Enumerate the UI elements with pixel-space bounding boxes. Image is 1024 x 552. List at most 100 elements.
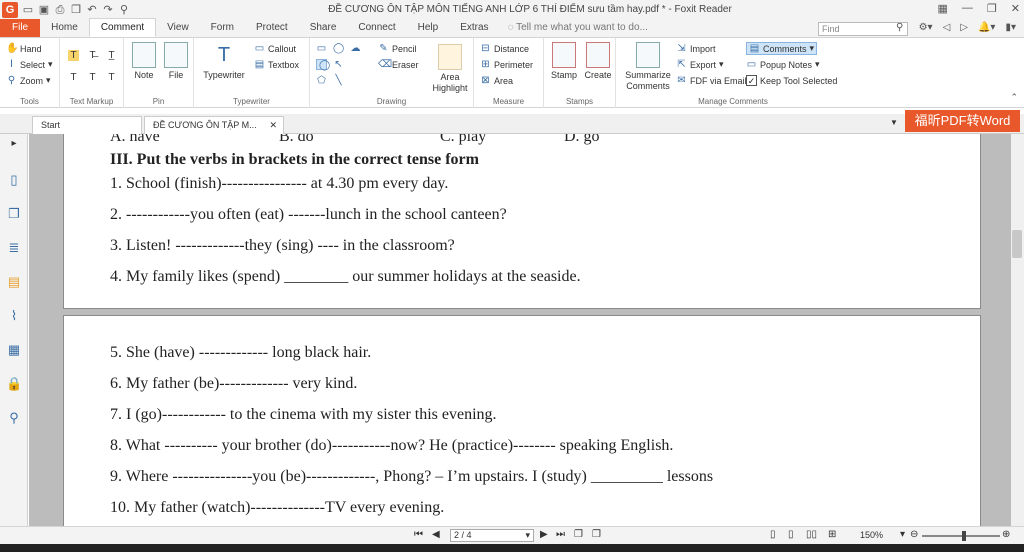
back-icon[interactable]: ◁ [943,22,951,33]
prev-page-icon[interactable]: ◀ [432,529,440,540]
tab-extras[interactable]: Extras [449,19,499,37]
arrow-icon[interactable]: ↖ [333,59,344,70]
strikeout-icon[interactable]: T̶ [87,50,98,61]
export-button[interactable]: ⇱ Export ▾ [676,59,723,70]
open-icon[interactable]: ▭ [22,4,34,16]
copy-icon[interactable]: ❐ [70,4,82,16]
pdf-to-word-banner[interactable]: 福昕PDF转Word [905,110,1020,132]
tab-comment[interactable]: Comment [88,18,157,37]
close-icon[interactable]: ✕ [1011,2,1020,15]
first-page-icon[interactable]: ⏮ [414,529,423,540]
oval-icon[interactable]: ◯ [333,43,344,54]
signatures-icon[interactable]: ▦ [6,342,22,358]
tab-file[interactable]: File [0,19,41,37]
create-stamp-button[interactable]: Create [582,42,614,80]
line-icon[interactable]: ╲ [333,75,344,86]
import-button[interactable]: ⇲ Import [676,43,715,54]
stamp-qa-icon[interactable]: ⚲ [118,4,130,16]
next-page-icon[interactable]: ▶ [540,529,548,540]
pages-icon[interactable]: ❐ [6,206,22,222]
tell-me-box[interactable]: ◌ Tell me what you want to do... [508,19,648,37]
zoom-tool[interactable]: ⚲ Zoom ▾ [6,75,51,86]
callout-button[interactable]: ▭ Callout [254,43,296,54]
vertical-scrollbar[interactable] [1011,134,1024,526]
zoom-in-icon[interactable]: ⊕ [1002,529,1010,540]
replace-text-icon[interactable]: T [87,72,98,83]
tab-view[interactable]: View [156,19,200,37]
tab-share[interactable]: Share [299,19,348,37]
tab-help[interactable]: Help [407,19,450,37]
scrollbar-thumb[interactable] [1012,230,1022,258]
search-panel-icon[interactable]: ⚲ [6,410,22,426]
insert-text-icon[interactable]: T [106,72,117,83]
print-icon[interactable]: ⎙ [54,4,66,16]
redo-icon[interactable]: ↷ [102,4,114,16]
account-icon[interactable]: ▮▾ [1005,22,1016,33]
summarize-comments-button[interactable]: Summarize Comments [622,42,674,92]
security-icon[interactable]: 🔒 [6,376,22,392]
pencil-button[interactable]: ✎ Pencil [378,43,416,54]
prev-view-icon[interactable]: ❐ [574,529,583,540]
tab-form[interactable]: Form [200,19,245,37]
polygon-icon[interactable]: ⬠ [316,75,327,86]
rectangle-icon[interactable]: ▭ [316,43,327,54]
maximize-icon[interactable]: ❐ [987,2,997,15]
minimize-icon[interactable]: — [962,2,973,15]
zoom-out-icon[interactable]: ⊖ [910,529,918,540]
stamp-button[interactable]: Stamp [548,42,580,80]
next-view-icon[interactable]: ❐ [592,529,601,540]
keep-tool-selected-checkbox[interactable]: ✓ Keep Tool Selected [746,75,837,86]
tab-start[interactable]: Start [32,116,142,134]
note-button[interactable]: Note [130,42,158,80]
zoom-dropdown-icon[interactable]: ▾ [900,529,905,540]
expand-panel-icon[interactable]: ▸ [6,136,22,152]
eraser-button[interactable]: ⌫ Eraser [378,59,419,70]
tab-document[interactable]: ĐỀ CƯƠNG ÔN TẬP M... ✕ [144,116,284,134]
close-tab-icon[interactable]: ✕ [269,117,277,134]
squiggly-icon[interactable]: T [68,72,79,83]
oval-selected-icon[interactable]: ◯ [316,59,330,71]
zoom-slider[interactable] [922,535,1000,537]
tab-connect[interactable]: Connect [347,19,406,37]
select-tool[interactable]: Ⅰ Select ▾ [6,59,53,70]
fdf-email-button[interactable]: ✉ FDF via Email [676,75,746,86]
search-icon[interactable]: ⚲ [896,22,903,33]
notification-icon[interactable]: 🔔▾ [978,22,995,33]
textbox-button[interactable]: ▤ Textbox [254,59,299,70]
file-attach-button[interactable]: File [162,42,190,80]
comments-dropdown[interactable]: ▤ Comments ▾ [746,42,818,55]
zoom-level[interactable]: 150% [860,530,883,540]
perimeter-button[interactable]: ⊞ Perimeter [480,59,533,70]
popup-notes-dropdown[interactable]: ▭ Popup Notes ▾ [746,59,820,70]
cloud-icon[interactable]: ☁ [350,43,361,54]
layers-icon[interactable]: ≣ [6,240,22,256]
last-page-icon[interactable]: ⏭ [556,529,565,540]
continuous-icon[interactable]: ▯ [788,529,794,540]
facing-icon[interactable]: ▯▯ [806,529,817,540]
tabs-dropdown-icon[interactable]: ▼ [890,118,898,127]
find-input[interactable]: Find [818,22,908,36]
distance-button[interactable]: ⊟ Distance [480,43,529,54]
save-icon[interactable]: ▣ [38,4,50,16]
page-number-input[interactable]: 2 / 4 ▾ [450,529,534,542]
document-viewer[interactable]: A. have B. do C. play D. go III. Put the… [29,134,1011,526]
single-page-icon[interactable]: ▯ [770,529,776,540]
settings-icon[interactable]: ⚙▾ [919,22,933,33]
hand-tool[interactable]: ✋ Hand [6,43,42,54]
restore-layout-icon[interactable]: ▦ [938,2,948,15]
undo-icon[interactable]: ↶ [86,4,98,16]
continuous-facing-icon[interactable]: ⊞ [828,529,836,540]
forward-icon[interactable]: ▷ [960,22,968,33]
collapse-ribbon-icon[interactable]: ⌃ [1010,92,1018,103]
bookmarks-icon[interactable]: ▯ [6,172,22,188]
zoom-slider-knob[interactable] [962,531,966,541]
tab-home[interactable]: Home [40,19,89,37]
highlight-text-icon[interactable]: T [68,50,79,61]
comments-panel-icon[interactable]: ▤ [6,274,22,290]
attachments-icon[interactable]: ⌇ [6,308,22,324]
underline-icon[interactable]: T̲ [106,50,117,61]
typewriter-button[interactable]: T Typewriter [200,42,248,80]
area-button[interactable]: ⊠ Area [480,75,513,86]
area-highlight-button[interactable]: Area Highlight [428,44,472,94]
tab-protect[interactable]: Protect [245,19,299,37]
